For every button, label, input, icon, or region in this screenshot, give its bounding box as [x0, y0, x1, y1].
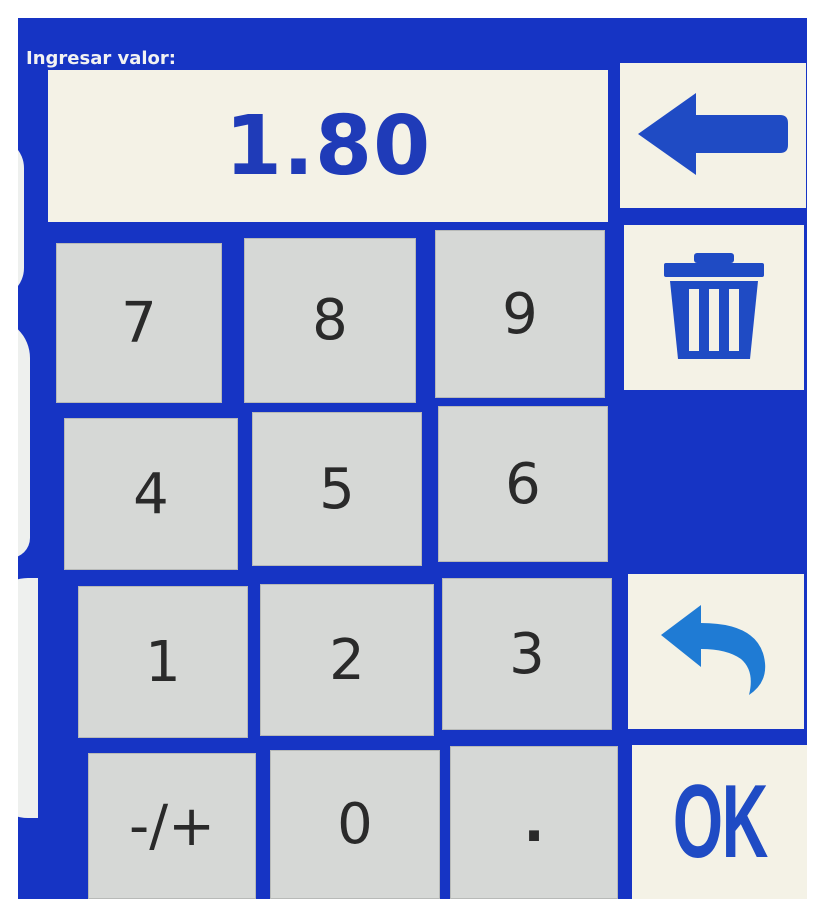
undo-icon: [661, 604, 771, 699]
numeric-keypad-screen: Ingresar valor: 1.80 OK 7 8 9 4 5 6 1 2 …: [18, 18, 807, 899]
key-decimal-point[interactable]: .: [450, 746, 618, 899]
background-shape: [18, 318, 30, 558]
value-display: 1.80: [48, 70, 608, 222]
key-5[interactable]: 5: [252, 412, 422, 566]
key-8[interactable]: 8: [244, 238, 416, 403]
input-prompt-label: Ingresar valor:: [26, 48, 176, 69]
key-label: 5: [319, 456, 355, 522]
key-7[interactable]: 7: [56, 243, 222, 403]
key-label: 6: [505, 451, 541, 517]
key-9[interactable]: 9: [435, 230, 605, 398]
trash-icon: [664, 252, 764, 363]
key-0[interactable]: 0: [270, 750, 440, 899]
left-arrow-icon: [638, 92, 788, 179]
key-label: .: [523, 790, 545, 855]
key-4[interactable]: 4: [64, 418, 238, 570]
background-shape: [18, 138, 24, 298]
display-value: 1.80: [224, 98, 432, 194]
key-label: 8: [312, 288, 348, 353]
key-sign-toggle[interactable]: -/+: [88, 753, 256, 899]
clear-button[interactable]: [624, 225, 804, 390]
key-label: 7: [121, 290, 157, 356]
backspace-button[interactable]: [620, 63, 806, 208]
key-label: 3: [509, 621, 545, 687]
background-shape: [18, 578, 38, 818]
key-label: 4: [133, 461, 169, 527]
key-label: 2: [329, 627, 365, 693]
key-label: 1: [145, 629, 181, 695]
key-6[interactable]: 6: [438, 406, 608, 562]
key-3[interactable]: 3: [442, 578, 612, 730]
key-label: 0: [337, 792, 373, 857]
ok-button[interactable]: OK: [632, 745, 807, 899]
key-label: -/+: [129, 793, 215, 859]
ok-label: OK: [672, 763, 768, 880]
undo-button[interactable]: [628, 574, 804, 729]
key-2[interactable]: 2: [260, 584, 434, 736]
key-1[interactable]: 1: [78, 586, 248, 738]
key-label: 9: [502, 281, 538, 347]
